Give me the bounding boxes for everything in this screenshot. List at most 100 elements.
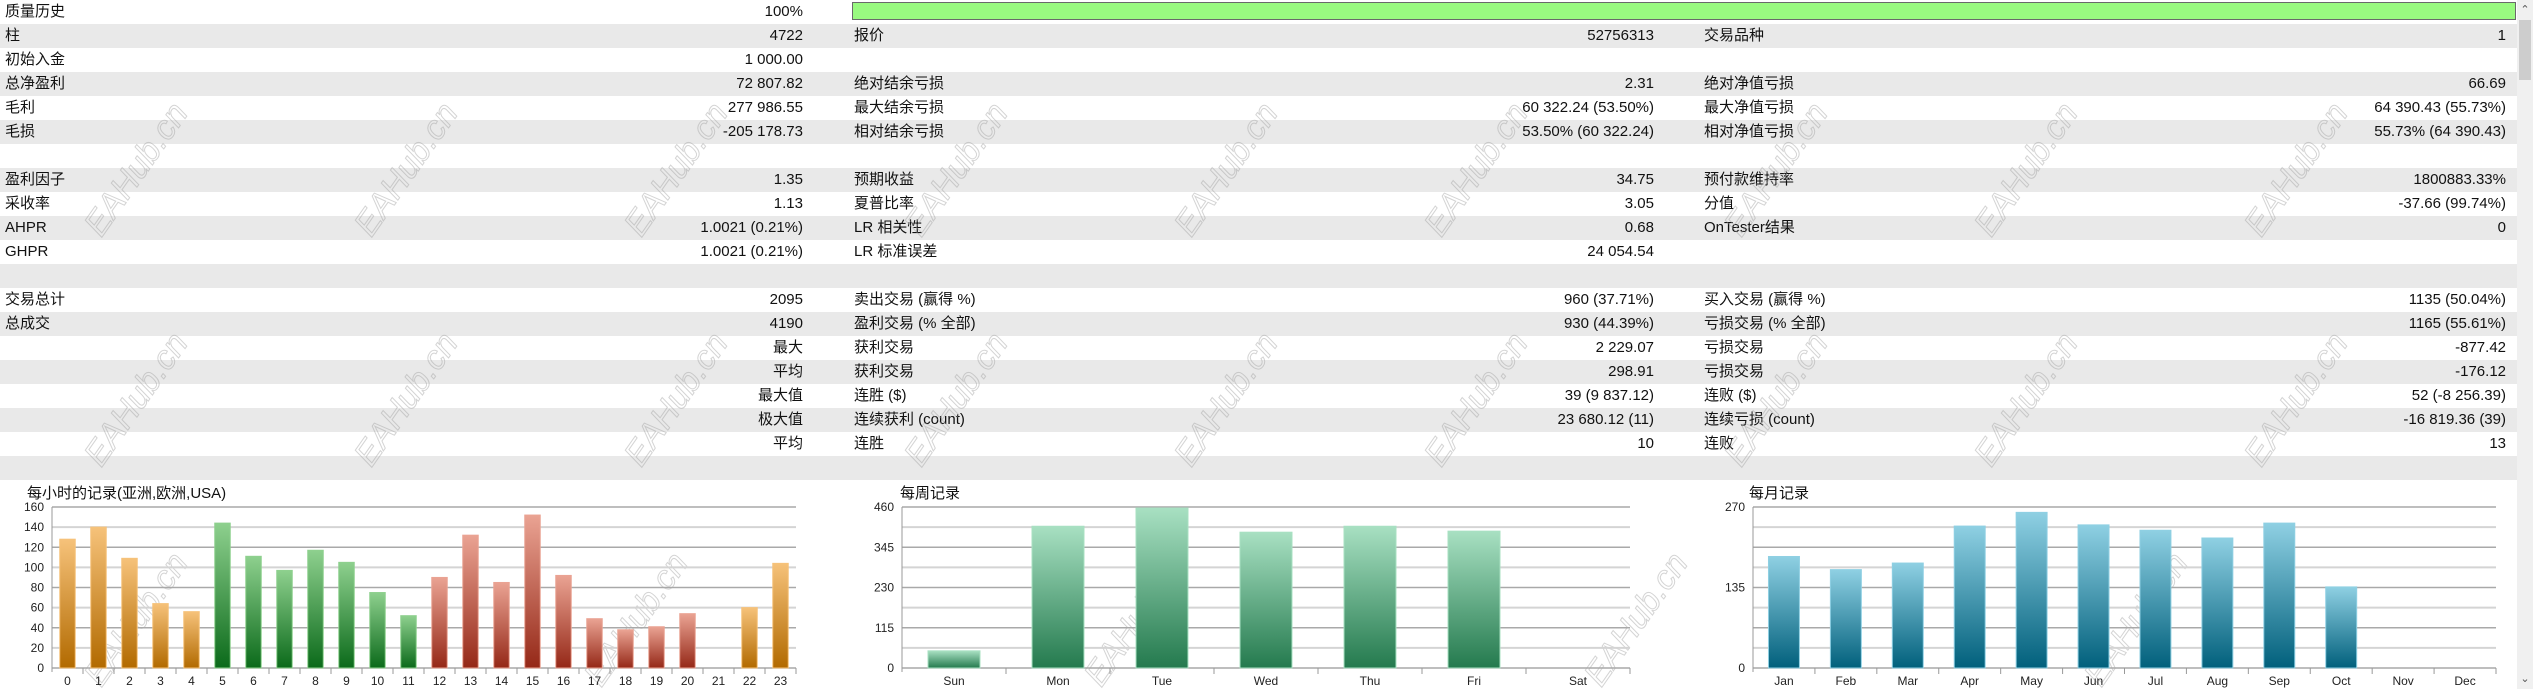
bar-Feb [1829, 569, 1862, 669]
x-tick-label: 2 [126, 674, 133, 688]
x-tick-label: 3 [157, 674, 164, 688]
stat-value: 1 [2497, 27, 2506, 44]
y-tick-label: 0 [887, 661, 894, 675]
table-row: 采收率 1.13 夏普比率 3.05 分值 -37.66 (99.74%) [0, 192, 2517, 216]
bar-7 [276, 569, 293, 669]
stat-value: 72 807.82 [736, 75, 803, 92]
table-row [0, 264, 2517, 288]
x-tick-label: 0 [64, 674, 71, 688]
x-tick-label: 5 [219, 674, 226, 688]
stat-label: LR 相关性 [854, 219, 923, 236]
bar-14 [493, 581, 510, 669]
stat-value: 3.05 [1624, 195, 1654, 212]
bar-Jun [2077, 524, 2110, 669]
vertical-scrollbar[interactable]: ⌃ ⌄ [2517, 0, 2533, 689]
bar-1 [90, 526, 107, 669]
y-tick-label: 345 [874, 540, 894, 554]
stat-value: 930 (44.39%) [1563, 315, 1654, 332]
weekly-chart: 0 115 230 345 460 Sun Mon Tue Wed Thu Fri Sat [874, 500, 1631, 688]
stat-label: 连续获利 (count) [854, 411, 965, 428]
x-tick-label: Sep [2269, 674, 2291, 688]
table-row: 毛利 277 986.55 最大结余亏损 60 322.24 (53.50%) 最大净值… [0, 96, 2517, 120]
x-tick-label: Oct [2332, 674, 2351, 688]
stat-value: 1135 (50.04%) [2408, 291, 2506, 308]
table-row: 交易总计 2095 卖出交易 (赢得 %) 960 (37.71%) 买入交易 (赢得 … [0, 288, 2517, 312]
stat-value: 最大 [772, 339, 803, 356]
stat-label: 预付款维持率 [1704, 171, 1795, 188]
stat-value: 1800883.33% [2413, 171, 2506, 188]
x-tick-label: Jan [1774, 674, 1793, 688]
bar-Mar [1891, 562, 1924, 669]
table-row: 最大 获利交易 2 229.07 亏损交易 -877.42 [0, 336, 2517, 360]
stat-value: -176.12 [2455, 363, 2506, 380]
stat-value: 24 054.54 [1587, 243, 1654, 260]
x-tick-label: Jul [2148, 674, 2163, 688]
y-tick-label: 40 [31, 621, 45, 635]
y-tick-label: 0 [37, 661, 44, 675]
stat-value: -205 178.73 [722, 123, 803, 140]
x-tick-label: Sun [943, 674, 964, 688]
chevron-up-icon[interactable]: ⌃ [2517, 2, 2533, 18]
stat-value: 4722 [769, 27, 803, 44]
bar-9 [338, 561, 355, 669]
y-tick-label: 140 [24, 520, 44, 534]
x-tick-label: 13 [464, 674, 478, 688]
x-tick-label: 8 [312, 674, 319, 688]
stat-value: 最大值 [757, 387, 803, 404]
y-tick-label: 230 [874, 581, 894, 595]
table-row: 柱 4722 报价 52756313 交易品种 1 [0, 24, 2517, 48]
stat-value: 1.0021 (0.21%) [700, 219, 803, 236]
stat-label: 买入交易 (赢得 %) [1704, 291, 1826, 308]
stat-label: 报价 [854, 27, 885, 44]
stat-label: 连胜 [854, 435, 885, 452]
table-row: 最大值 连胜 ($) 39 (9 837.12) 连败 ($) 52 (-8 256.3… [0, 384, 2517, 408]
stat-value: 1165 (55.61%) [2408, 315, 2506, 332]
bar-20 [679, 613, 696, 669]
stat-value: 平均 [772, 363, 803, 380]
stat-value: 34.75 [1616, 171, 1654, 188]
x-tick-label: 11 [402, 674, 415, 688]
stat-label: 绝对结余亏损 [854, 75, 945, 92]
y-tick-label: 135 [1725, 581, 1745, 595]
x-tick-label: Wed [1254, 674, 1278, 688]
hourly-chart: 0204060801001201401600 1 2 3 4 5 6 7 8 9 10 11 12 13 1… [24, 500, 797, 688]
x-tick-label: 4 [188, 674, 195, 688]
stat-label: GHPR [5, 243, 49, 260]
chevron-down-icon[interactable]: ⌄ [2517, 671, 2533, 687]
stat-value: 0.68 [1624, 219, 1654, 236]
x-tick-label: 9 [343, 674, 350, 688]
stat-value: 2095 [769, 291, 803, 308]
stat-label: LR 标准误差 [854, 243, 938, 260]
y-tick-label: 460 [874, 500, 894, 514]
stat-label: 分值 [1704, 195, 1735, 212]
x-tick-label: Dec [2454, 674, 2475, 688]
x-tick-label: 15 [526, 674, 540, 688]
stat-label: 卖出交易 (赢得 %) [854, 291, 976, 308]
stat-value: -16 819.36 (39) [2403, 411, 2506, 428]
stat-value: 64 390.43 (55.73%) [2374, 99, 2506, 116]
y-tick-label: 20 [31, 641, 45, 655]
stat-value: 10 [1637, 435, 1654, 452]
table-row: 毛损 -205 178.73 相对结余亏损 53.50% (60 322.24) 相对净… [0, 120, 2517, 144]
stat-value: 53.50% (60 322.24) [1522, 123, 1654, 140]
x-tick-label: Sat [1569, 674, 1588, 688]
stat-value: 23 680.12 (11) [1557, 411, 1654, 428]
stat-value: 极大值 [757, 411, 803, 428]
stat-label: 夏普比率 [854, 195, 915, 212]
stat-label: 毛损 [5, 123, 36, 140]
table-row: 盈利因子 1.35 预期收益 34.75 预付款维持率 1800883.33% [0, 168, 2517, 192]
stat-label: 亏损交易 [1704, 363, 1765, 380]
scrollbar-thumb[interactable] [2519, 20, 2531, 80]
y-tick-label: 120 [24, 540, 44, 554]
stat-label: 连续亏损 (count) [1704, 411, 1815, 428]
bar-3 [152, 603, 169, 669]
stat-value: 66.69 [2468, 75, 2506, 92]
bar-2 [121, 557, 138, 669]
x-tick-label: 17 [588, 674, 602, 688]
bar-6 [245, 555, 262, 669]
table-row: AHPR 1.0021 (0.21%) LR 相关性 0.68 OnTester结果 0 [0, 216, 2517, 240]
x-tick-label: Mon [1046, 674, 1069, 688]
x-tick-label: Nov [2392, 674, 2413, 688]
x-tick-label: 22 [743, 674, 757, 688]
stat-label: AHPR [5, 219, 47, 236]
